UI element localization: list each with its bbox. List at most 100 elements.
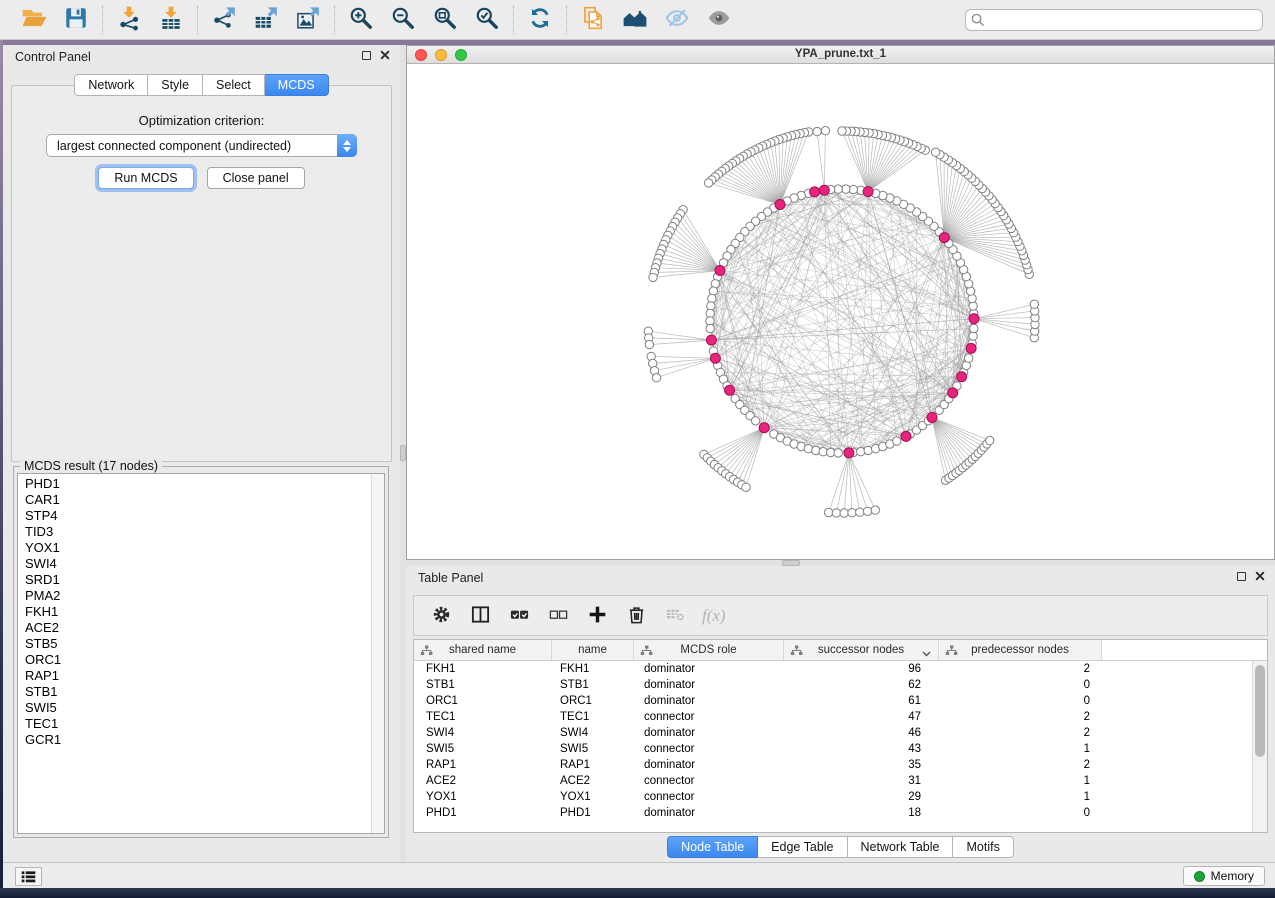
tab-node-table[interactable]: Node Table	[667, 836, 758, 858]
table-cell-name[interactable]: ORC1	[552, 695, 634, 707]
column-header-shared-name[interactable]: shared name	[414, 640, 552, 660]
table-scrollbar[interactable]	[1252, 661, 1267, 832]
table-cell-predecessor-nodes[interactable]: 1	[939, 743, 1102, 755]
result-list-item[interactable]: STB1	[25, 684, 384, 700]
table-cell-predecessor-nodes[interactable]: 0	[939, 679, 1102, 691]
graph-leaf-node[interactable]	[832, 509, 840, 517]
export-table-button[interactable]	[250, 5, 282, 35]
deselect-all-button[interactable]	[546, 604, 570, 628]
table-cell-name[interactable]: STB1	[552, 679, 634, 691]
graph-leaf-node[interactable]	[813, 127, 821, 135]
table-cell-name[interactable]: YOX1	[552, 791, 634, 803]
table-row[interactable]: RAP1RAP1dominator352	[414, 757, 1267, 773]
graph-node[interactable]	[834, 449, 842, 457]
result-list-item[interactable]: SRD1	[25, 572, 384, 588]
result-list-item[interactable]: GCR1	[25, 732, 384, 748]
hide-selected-button[interactable]	[661, 5, 693, 35]
graph-leaf-node[interactable]	[742, 483, 750, 491]
table-row[interactable]: STB1STB1dominator620	[414, 677, 1267, 693]
graph-leaf-node[interactable]	[704, 179, 712, 187]
network-canvas[interactable]	[407, 64, 1274, 559]
float-window-icon[interactable]	[362, 51, 371, 60]
table-cell-predecessor-nodes[interactable]: 2	[939, 759, 1102, 771]
result-list-item[interactable]: TID3	[25, 524, 384, 540]
graph-hub-node[interactable]	[927, 413, 937, 423]
column-header-name[interactable]: name	[552, 640, 634, 660]
zoom-in-button[interactable]	[345, 5, 377, 35]
graph-hub-node[interactable]	[957, 372, 967, 382]
table-row[interactable]: SWI4SWI4dominator462	[414, 725, 1267, 741]
graph-hub-node[interactable]	[901, 431, 911, 441]
table-row[interactable]: YOX1YOX1connector291	[414, 789, 1267, 805]
table-cell-name[interactable]: PHD1	[552, 807, 634, 819]
graph-hub-node[interactable]	[759, 423, 769, 433]
table-cell-name[interactable]: TEC1	[552, 711, 634, 723]
graph-leaf-node[interactable]	[824, 508, 832, 516]
split-columns-button[interactable]	[468, 604, 492, 628]
graph-hub-node[interactable]	[966, 343, 976, 353]
result-scrollbar[interactable]	[371, 474, 384, 833]
graph-hub-node[interactable]	[948, 388, 958, 398]
show-all-button[interactable]	[703, 5, 735, 35]
column-header-mcds-role[interactable]: MCDS role	[634, 640, 784, 660]
import-table-button[interactable]	[155, 5, 187, 35]
export-network-button[interactable]	[208, 5, 240, 35]
table-cell-mcds-role[interactable]: connector	[634, 791, 784, 803]
result-list-item[interactable]: STP4	[25, 508, 384, 524]
graph-leaf-node[interactable]	[649, 273, 657, 281]
delete-column-button[interactable]	[624, 604, 648, 628]
graph-leaf-node[interactable]	[838, 127, 846, 135]
table-cell-successor-nodes[interactable]: 35	[784, 759, 939, 771]
graph-node[interactable]	[706, 324, 714, 332]
table-cell-shared-name[interactable]: PHD1	[414, 807, 552, 819]
table-cell-successor-nodes[interactable]: 18	[784, 807, 939, 819]
table-cell-predecessor-nodes[interactable]: 1	[939, 791, 1102, 803]
graph-hub-node[interactable]	[810, 187, 820, 197]
zoom-selected-button[interactable]	[471, 5, 503, 35]
table-row[interactable]: TEC1TEC1connector472	[414, 709, 1267, 725]
network-window-titlebar[interactable]: YPA_prune.txt_1	[407, 46, 1274, 64]
tab-network-table[interactable]: Network Table	[848, 836, 954, 858]
table-cell-shared-name[interactable]: FKH1	[414, 663, 552, 675]
result-list-item[interactable]: FKH1	[25, 604, 384, 620]
table-cell-mcds-role[interactable]: connector	[634, 743, 784, 755]
result-list-item[interactable]: ORC1	[25, 652, 384, 668]
tab-edge-table[interactable]: Edge Table	[758, 836, 847, 858]
result-list-item[interactable]: SWI4	[25, 556, 384, 572]
task-history-button[interactable]	[15, 867, 42, 886]
table-cell-predecessor-nodes[interactable]: 0	[939, 695, 1102, 707]
close-window-icon[interactable]	[415, 49, 427, 61]
table-cell-name[interactable]: ACE2	[552, 775, 634, 787]
table-cell-mcds-role[interactable]: dominator	[634, 727, 784, 739]
result-list-item[interactable]: PMA2	[25, 588, 384, 604]
graph-leaf-node[interactable]	[652, 374, 660, 382]
graph-leaf-node[interactable]	[821, 127, 829, 135]
graph-hub-node[interactable]	[969, 314, 979, 324]
graph-leaf-node[interactable]	[931, 148, 939, 156]
select-all-button[interactable]	[507, 604, 531, 628]
network-canvas-svg[interactable]	[407, 64, 1274, 559]
table-cell-predecessor-nodes[interactable]: 0	[939, 807, 1102, 819]
graph-leaf-node[interactable]	[645, 340, 653, 348]
table-cell-successor-nodes[interactable]: 62	[784, 679, 939, 691]
graph-node[interactable]	[970, 324, 978, 332]
close-panel-button[interactable]: Close panel	[207, 167, 305, 189]
table-cell-name[interactable]: SWI5	[552, 743, 634, 755]
table-cell-successor-nodes[interactable]: 61	[784, 695, 939, 707]
tab-mcds[interactable]: MCDS	[265, 74, 329, 96]
graph-hub-node[interactable]	[710, 353, 720, 363]
refresh-layout-button[interactable]	[524, 5, 556, 35]
tab-style[interactable]: Style	[148, 74, 203, 96]
table-row[interactable]: ORC1ORC1dominator610	[414, 693, 1267, 709]
search-input[interactable]	[965, 9, 1263, 31]
graph-leaf-node[interactable]	[848, 509, 856, 517]
table-cell-shared-name[interactable]: ACE2	[414, 775, 552, 787]
zoom-fit-button[interactable]	[429, 5, 461, 35]
table-cell-mcds-role[interactable]: dominator	[634, 679, 784, 691]
table-cell-name[interactable]: SWI4	[552, 727, 634, 739]
gear-button[interactable]	[429, 604, 453, 628]
table-row[interactable]: ACE2ACE2connector311	[414, 773, 1267, 789]
table-cell-name[interactable]: RAP1	[552, 759, 634, 771]
scrollbar-thumb[interactable]	[1255, 665, 1265, 757]
graph-node[interactable]	[965, 354, 973, 362]
